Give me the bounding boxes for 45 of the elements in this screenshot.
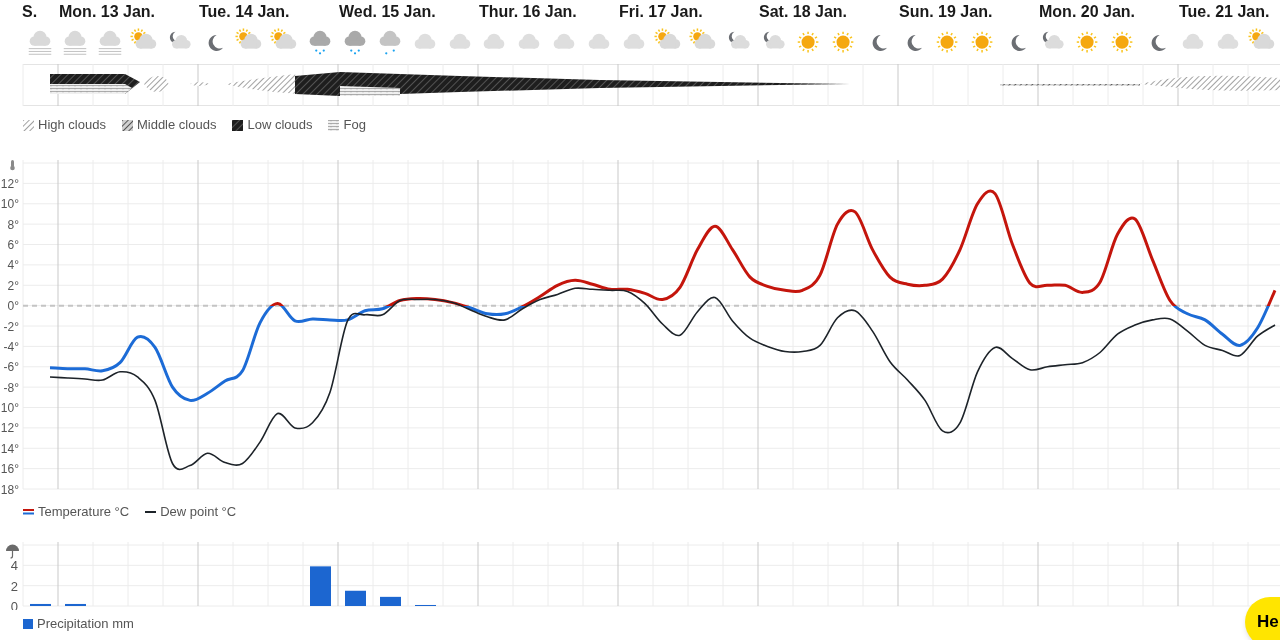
day-header: Fri. 17 Jan. <box>619 3 703 20</box>
day-header: Tue. 21 Jan. <box>1179 3 1270 20</box>
axis-tick-label: 2° <box>7 278 19 293</box>
day-header: Sat. 18 Jan. <box>759 3 848 20</box>
day-header: Mon. 13 Jan. <box>59 3 156 20</box>
axis-tick-label: 14° <box>0 441 19 456</box>
axis-tick-label: 4° <box>7 258 19 273</box>
precipitation-bar <box>345 590 366 606</box>
axis-tick-label: 4 <box>10 558 18 574</box>
day-header: Thur. 16 Jan. <box>479 3 577 20</box>
axis-tick-label: -4° <box>3 339 19 354</box>
precipitation-bar <box>310 566 331 606</box>
legend-label: Fog <box>343 116 366 135</box>
umbrella-icon <box>6 544 19 559</box>
axis-tick-label: 16° <box>0 462 19 477</box>
axis-tick-label: -2° <box>3 319 19 334</box>
help-button[interactable]: He <box>1245 597 1280 640</box>
axis-tick-label: 10° <box>0 197 19 212</box>
axis-tick-label: -8° <box>3 380 19 395</box>
precipitation-bar <box>30 603 51 606</box>
day-header: S. <box>22 3 38 20</box>
legend-label: Low clouds <box>247 116 313 135</box>
axis-tick-label: 0° <box>7 299 19 314</box>
legend-label: Middle clouds <box>136 116 217 135</box>
day-header: Wed. 15 Jan. <box>339 3 436 20</box>
axis-tick-label: 6° <box>7 238 19 252</box>
day-header: Tue. 14 Jan. <box>199 3 290 20</box>
axis-tick-label: 10° <box>0 401 19 415</box>
axis-tick-label: 12° <box>0 421 19 436</box>
axis-tick-label: 12° <box>0 176 19 191</box>
axis-tick-label: 2 <box>10 578 18 594</box>
legend-line-icon <box>23 509 34 515</box>
legend-swatch-icon <box>23 619 33 629</box>
legend-label: Temperature °C <box>38 503 130 522</box>
precipitation-bar <box>65 603 86 606</box>
legend-label: Precipitation mm <box>37 615 134 634</box>
legend-label: High clouds <box>38 116 106 135</box>
thermometer-icon <box>10 160 15 171</box>
day-header: Mon. 20 Jan. <box>1039 3 1136 20</box>
axis-tick-label: 8° <box>7 217 19 232</box>
axis-tick-label: 18° <box>0 482 19 496</box>
day-header: Sun. 19 Jan. <box>899 3 993 20</box>
axis-tick-label: -6° <box>3 360 19 375</box>
precipitation-bar <box>380 596 401 606</box>
legend-label: Dew point °C <box>160 503 237 522</box>
